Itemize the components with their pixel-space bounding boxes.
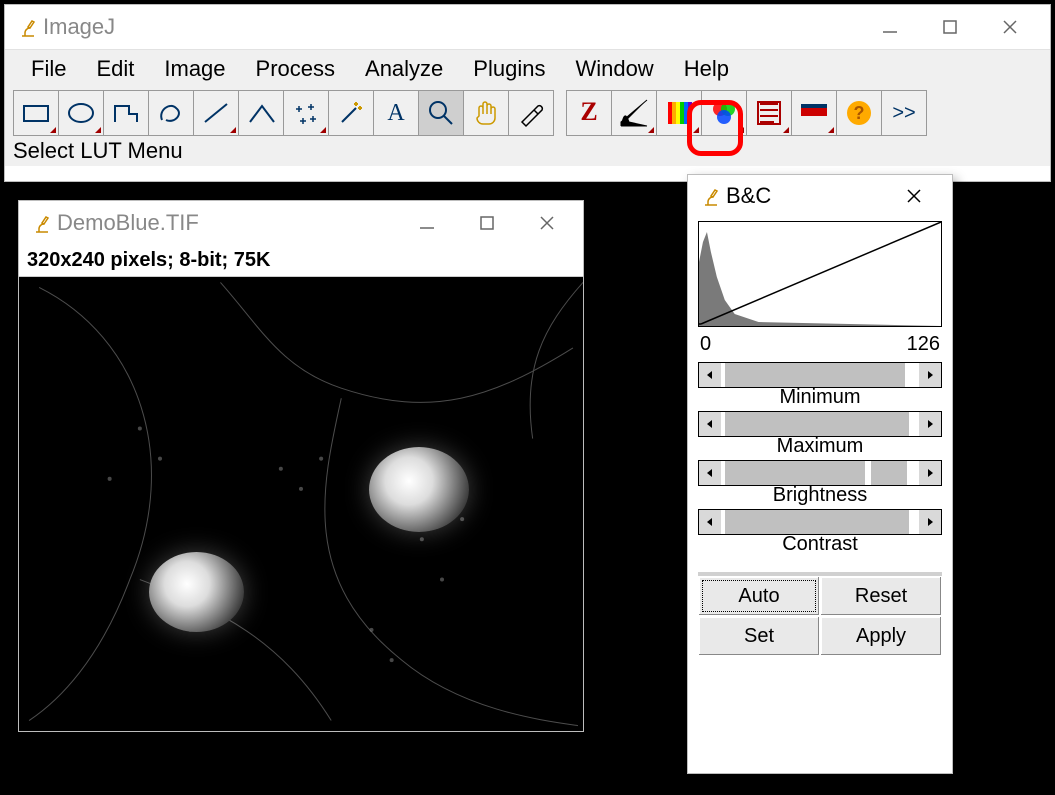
bc-title: B&C xyxy=(726,183,771,209)
close-button[interactable] xyxy=(517,203,577,243)
axis-max: 126 xyxy=(907,333,940,356)
scroll-left-arrow[interactable] xyxy=(699,363,721,387)
menubar: File Edit Image Process Analyze Plugins … xyxy=(5,49,1050,88)
toolbar: A Z? >> xyxy=(5,88,1050,138)
slider-track[interactable] xyxy=(721,412,919,436)
reset-button[interactable]: Reset xyxy=(820,576,942,616)
menu-edit[interactable]: Edit xyxy=(88,54,142,84)
cmap-tool[interactable] xyxy=(701,90,747,136)
maximum-label: Maximum xyxy=(698,435,942,458)
minimum-label: Minimum xyxy=(698,386,942,409)
bc-buttons: Auto Reset Set Apply xyxy=(698,572,942,656)
image-titlebar[interactable]: DemoBlue.TIF xyxy=(19,201,583,245)
menu-image[interactable]: Image xyxy=(156,54,233,84)
brightness-contrast-panel: B&C 0 126 Minimum Maximum Brightness Contra… xyxy=(687,174,953,774)
set-button[interactable]: Set xyxy=(698,616,820,656)
microscope-icon xyxy=(19,16,37,38)
stk-tool[interactable] xyxy=(746,90,792,136)
cell-nucleus xyxy=(369,447,469,532)
scroll-right-arrow[interactable] xyxy=(919,510,941,534)
maximum-slider[interactable] xyxy=(698,411,942,437)
scroll-left-arrow[interactable] xyxy=(699,510,721,534)
image-title: DemoBlue.TIF xyxy=(57,210,199,236)
scroll-right-arrow[interactable] xyxy=(919,363,941,387)
cell-membranes xyxy=(19,277,583,731)
oval-tool[interactable] xyxy=(58,90,104,136)
minimize-button[interactable] xyxy=(397,203,457,243)
zoom-tool[interactable] xyxy=(418,90,464,136)
minimum-slider[interactable] xyxy=(698,362,942,388)
statusbar: Select LUT Menu xyxy=(5,138,1050,166)
dev-tool[interactable] xyxy=(791,90,837,136)
maximize-button[interactable] xyxy=(457,203,517,243)
slider-track[interactable] xyxy=(721,510,919,534)
slider-track[interactable] xyxy=(721,363,919,387)
menu-analyze[interactable]: Analyze xyxy=(357,54,451,84)
line-tool[interactable] xyxy=(193,90,239,136)
svg-text:A: A xyxy=(387,100,405,126)
menu-window[interactable]: Window xyxy=(567,54,661,84)
cell-nucleus xyxy=(149,552,244,632)
main-title: ImageJ xyxy=(43,14,115,40)
image-window: DemoBlue.TIF 320x240 pixels; 8-bit; 75K xyxy=(18,200,584,732)
angle-tool[interactable] xyxy=(238,90,284,136)
scroll-right-arrow[interactable] xyxy=(919,412,941,436)
histogram-axis: 0 126 xyxy=(698,333,942,356)
brightness-label: Brightness xyxy=(698,484,942,507)
imagej-main-window: ImageJ File Edit Image Process Analyze P… xyxy=(4,4,1051,182)
svg-text:?: ? xyxy=(854,103,865,123)
scroll-right-arrow[interactable] xyxy=(919,461,941,485)
hand-tool[interactable] xyxy=(463,90,509,136)
microscope-icon xyxy=(702,185,720,207)
help-tool[interactable]: ? xyxy=(836,90,882,136)
histogram xyxy=(698,221,942,327)
bc-titlebar[interactable]: B&C xyxy=(688,175,952,217)
auto-button[interactable]: Auto xyxy=(698,576,820,616)
freehand-tool[interactable] xyxy=(148,90,194,136)
image-info: 320x240 pixels; 8-bit; 75K xyxy=(19,245,583,277)
polygon-tool[interactable] xyxy=(103,90,149,136)
close-button[interactable] xyxy=(980,7,1040,47)
maximize-button[interactable] xyxy=(920,7,980,47)
scroll-left-arrow[interactable] xyxy=(699,412,721,436)
scroll-left-arrow[interactable] xyxy=(699,461,721,485)
lut-tool[interactable] xyxy=(656,90,702,136)
contrast-slider[interactable] xyxy=(698,509,942,535)
svg-text:>>: >> xyxy=(892,102,915,124)
menu-plugins[interactable]: Plugins xyxy=(465,54,553,84)
multipoint-tool[interactable] xyxy=(283,90,329,136)
apply-button[interactable]: Apply xyxy=(820,616,942,656)
brightness-slider[interactable] xyxy=(698,460,942,486)
bc-tool[interactable] xyxy=(611,90,657,136)
axis-min: 0 xyxy=(700,333,711,356)
microscope-icon xyxy=(33,212,51,234)
slider-track[interactable] xyxy=(721,461,919,485)
more-tool[interactable]: >> xyxy=(881,90,927,136)
close-button[interactable] xyxy=(884,176,944,216)
stack-tool[interactable]: Z xyxy=(566,90,612,136)
image-canvas[interactable] xyxy=(19,277,583,731)
svg-text:Z: Z xyxy=(580,97,597,126)
menu-process[interactable]: Process xyxy=(248,54,343,84)
menu-file[interactable]: File xyxy=(23,54,74,84)
menu-help[interactable]: Help xyxy=(676,54,737,84)
main-titlebar[interactable]: ImageJ xyxy=(5,5,1050,49)
dropper-tool[interactable] xyxy=(508,90,554,136)
rectangle-tool[interactable] xyxy=(13,90,59,136)
wand-tool[interactable] xyxy=(328,90,374,136)
contrast-label: Contrast xyxy=(698,533,942,556)
minimize-button[interactable] xyxy=(860,7,920,47)
text-tool[interactable]: A xyxy=(373,90,419,136)
